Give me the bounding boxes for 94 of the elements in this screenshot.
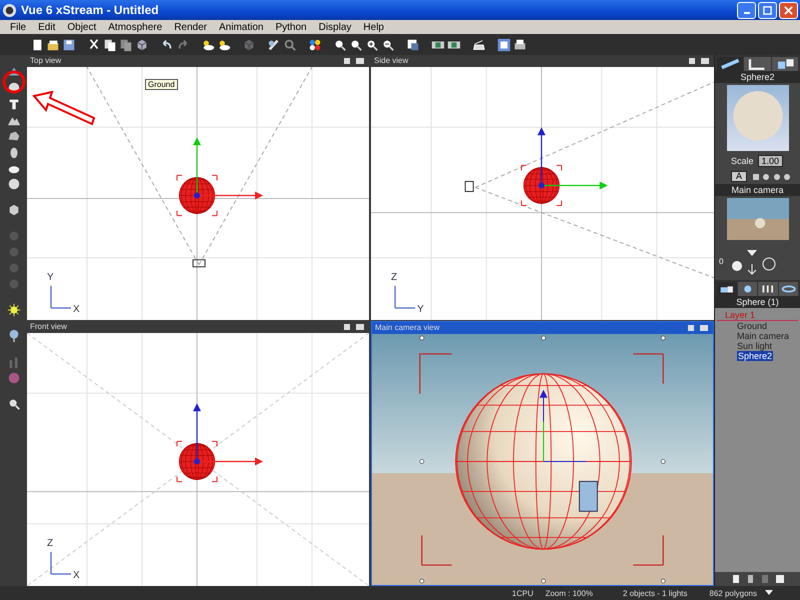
close-button[interactable] [779,2,798,18]
axis-label: X [73,570,80,581]
camera-icon [464,180,474,192]
grid-icon[interactable] [497,38,511,52]
tree-item[interactable]: Ground [717,321,798,331]
gizmo-icon[interactable] [578,480,598,512]
material-button[interactable]: A [731,171,748,182]
sphere-render [754,218,765,228]
axis-label: Y [417,304,424,315]
brush-tab[interactable] [717,57,744,71]
copy-icon[interactable] [103,38,117,52]
menu-item[interactable]: Edit [32,20,62,34]
zoom-in-icon[interactable] [365,38,379,52]
maximize-icon [763,6,772,14]
magnifier-icon[interactable] [6,397,20,411]
transform-axes-drawing [537,127,608,190]
camera-icon [192,259,206,268]
scissors-icon[interactable] [87,38,101,52]
sphere-drawing [520,164,562,206]
object-tooltip: Ground [145,79,178,90]
frame-number: 0 [719,256,724,266]
save-icon[interactable] [62,38,76,52]
menu-item[interactable]: Python [269,20,313,34]
minimize-icon [744,12,750,14]
menu-item[interactable]: Object [61,20,102,34]
menu-item[interactable]: File [4,20,32,34]
viewport-controls-icon[interactable] [342,323,366,331]
polygon-count-status: 862 polygons [709,588,757,598]
panel-header: Sphere2 [715,71,800,83]
material-options-icon[interactable] [751,172,792,180]
menu-item[interactable]: Animation [213,20,270,34]
axis-label: Z [47,538,54,549]
frame-icon[interactable] [406,38,420,52]
cube-icon[interactable] [6,203,20,217]
links-tab[interactable] [778,282,798,296]
zoom-status: Zoom : 100% [545,588,593,598]
sphere-render [732,91,782,141]
box-icon[interactable] [242,38,256,52]
axis-label: Z [391,272,398,283]
minimize-button[interactable] [737,2,756,18]
menu-item[interactable]: Atmosphere [102,20,168,34]
transform-axes-drawing [193,137,263,200]
zoom-icon[interactable] [333,38,347,52]
cpu-status: 1CPU [512,588,534,598]
app-logo-icon [2,2,17,18]
viewport-controls-icon[interactable] [686,324,710,332]
materials-tab[interactable] [738,282,757,296]
viewport-controls-icon[interactable] [687,57,711,65]
transform-axes-drawing [193,403,263,466]
scene-count-status: 2 objects - 1 lights [622,588,688,598]
objects-tab[interactable] [772,57,798,71]
sphere-drawing [176,174,218,216]
window-title: Vue 6 xStream - Untitled [21,3,160,17]
viewport-controls-icon[interactable] [342,57,366,65]
axis-indicator-drawing [50,285,72,308]
menu-item[interactable]: Display [312,20,358,34]
sun-icon[interactable] [6,303,20,317]
clouds-icon[interactable] [201,38,215,52]
undo-icon[interactable] [160,38,174,52]
maximize-button[interactable] [758,2,777,18]
axis-indicator-drawing [394,285,416,308]
layers-tab[interactable] [717,282,736,296]
rock-icon[interactable] [6,129,20,143]
axis-indicator-drawing [50,551,72,574]
menu-item[interactable]: Help [357,20,390,34]
dropdown-arrow-icon[interactable] [765,590,773,596]
menu-item[interactable]: Render [168,20,213,34]
zoom-out-icon[interactable] [381,38,395,52]
text-icon[interactable] [6,97,20,111]
tree-item[interactable]: Main camera [717,331,798,341]
magnifier-icon[interactable] [283,38,297,52]
brush-icon[interactable] [267,38,281,52]
viewport-header[interactable]: Main camera view [372,322,713,334]
axis-label: Y [47,272,54,283]
sphere-drawing [176,440,218,482]
zoom-icon[interactable] [349,38,363,52]
printer-icon[interactable] [513,38,527,52]
close-icon [784,6,793,14]
tree-item[interactable]: Sun light [717,341,798,351]
cloud-icon[interactable] [217,38,231,52]
columns-tab[interactable] [758,282,778,296]
panel-header: Sphere (1) [715,296,800,308]
paste-icon[interactable] [119,38,133,52]
color-dots-icon[interactable] [308,38,322,52]
ball-icon[interactable] [6,177,20,191]
scale-label: Scale [731,156,754,166]
open-folder-icon[interactable] [46,38,60,52]
tree-item[interactable]: Sphere2 [737,351,774,361]
clapper-icon[interactable] [472,38,486,52]
ruler-tab[interactable] [744,57,771,71]
axis-label: X [73,304,80,315]
cube-icon[interactable] [135,38,149,52]
panel-header: Main camera [715,184,800,196]
scale-input[interactable]: 1.00 [758,155,784,167]
